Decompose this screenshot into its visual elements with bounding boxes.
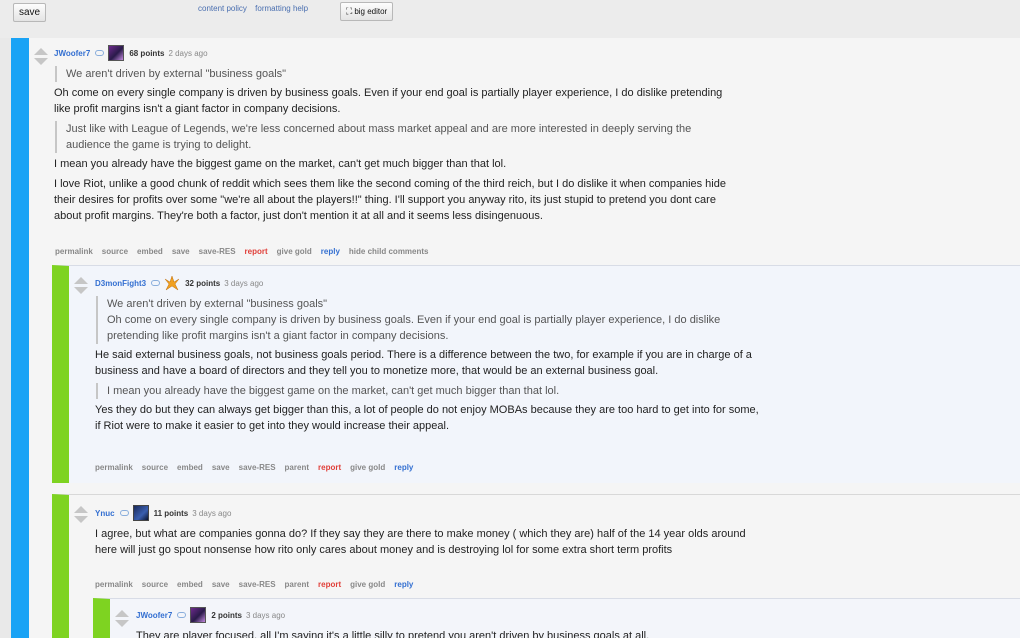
quote: We aren't driven by external "business g…: [55, 66, 729, 82]
author-link[interactable]: D3monFight3: [95, 279, 146, 288]
parent-link[interactable]: parent: [285, 463, 309, 472]
editor-links: content policy formatting help: [198, 4, 314, 13]
source-link[interactable]: source: [102, 247, 128, 256]
permalink-link[interactable]: permalink: [95, 580, 133, 589]
paragraph: Oh come on every single company is drive…: [54, 87, 723, 115]
paragraph: I agree, but what are companies gonna do…: [95, 528, 746, 556]
downvote-icon[interactable]: [74, 287, 88, 294]
timestamp: 3 days ago: [192, 508, 232, 518]
source-link[interactable]: source: [142, 463, 168, 472]
save-res-link[interactable]: save-RES: [239, 463, 276, 472]
comment-4: JWoofer7 2 points 3 days ago They are pl…: [93, 598, 1020, 638]
paragraph: Yes they do but they can always get bigg…: [95, 404, 759, 432]
report-link[interactable]: report: [318, 463, 341, 472]
score: 68 points: [129, 48, 165, 58]
timestamp: 2 days ago: [168, 48, 208, 58]
nested-quote-line: Oh come on every single company is drive…: [107, 314, 721, 342]
reply-link[interactable]: reply: [394, 580, 413, 589]
big-editor-button[interactable]: ⛶ big editor: [340, 2, 394, 21]
timestamp: 3 days ago: [245, 610, 286, 620]
big-editor-label: big editor: [354, 7, 388, 16]
report-link[interactable]: report: [318, 580, 341, 589]
comment-actions: permalink source embed save save-RES parent re…: [95, 580, 422, 589]
user-flair-icon: [132, 505, 149, 521]
embed-link[interactable]: embed: [177, 463, 203, 472]
nested-quote-line: We aren't driven by external "business g…: [107, 298, 328, 310]
upvote-icon[interactable]: [115, 610, 129, 617]
vote-arrows: [74, 506, 88, 523]
quote: We aren't driven by external "business g…: [96, 296, 765, 344]
score: 11 points: [153, 508, 189, 518]
give-gold-link[interactable]: give gold: [350, 580, 385, 589]
comment-body: We aren't driven by external "business g…: [54, 66, 729, 228]
save-button[interactable]: save: [13, 3, 47, 22]
permalink-link[interactable]: permalink: [95, 463, 133, 472]
content-policy-link[interactable]: content policy: [198, 4, 247, 13]
embed-link[interactable]: embed: [137, 247, 163, 256]
vote-arrows: [34, 48, 48, 65]
reply-link[interactable]: reply: [394, 463, 413, 472]
quote: Just like with League of Legends, we're …: [55, 121, 729, 153]
save-res-link[interactable]: save-RES: [239, 580, 276, 589]
save-res-link[interactable]: save-RES: [199, 247, 236, 256]
friend-icon[interactable]: [119, 510, 129, 516]
comment-actions: permalink source embed save save-RES report gi…: [55, 247, 438, 256]
vote-arrows: [74, 277, 88, 294]
editor-toolbar: save content policy formatting help ⛶ big…: [0, 0, 1020, 38]
author-link[interactable]: JWoofer7: [54, 49, 90, 58]
friend-icon[interactable]: [151, 280, 161, 286]
quote: I mean you already have the biggest game…: [96, 383, 765, 399]
permalink-link[interactable]: permalink: [55, 247, 93, 256]
parent-link[interactable]: parent: [285, 580, 309, 589]
downvote-icon[interactable]: [34, 58, 48, 65]
friend-icon[interactable]: [177, 612, 187, 618]
comment-body: I agree, but what are companies gonna do…: [95, 526, 770, 562]
user-flair-icon: [190, 607, 207, 623]
reply-link[interactable]: reply: [321, 247, 340, 256]
comment-tagline: D3monFight3 32 points 3 days ago: [95, 275, 263, 291]
vote-arrows: [115, 610, 129, 627]
comment-body: They are player focused, all I'm saying …: [136, 628, 926, 638]
author-link[interactable]: JWoofer7: [136, 611, 172, 620]
score: 2 points: [211, 610, 242, 620]
comment-tagline: Ynuc 11 points 3 days ago: [95, 505, 231, 521]
comment-2: D3monFight3 32 points 3 days ago We aren…: [52, 265, 1020, 483]
source-link[interactable]: source: [142, 580, 168, 589]
author-link[interactable]: Ynuc: [95, 509, 115, 518]
save-link[interactable]: save: [212, 580, 230, 589]
paragraph: They are player focused, all I'm saying …: [136, 630, 650, 638]
expand-icon: ⛶: [346, 6, 353, 16]
comment-tagline: JWoofer7 2 points 3 days ago: [136, 607, 285, 623]
friend-icon[interactable]: [95, 50, 105, 56]
comment-body: We aren't driven by external "business g…: [95, 296, 765, 438]
paragraph: I love Riot, unlike a good chunk of redd…: [54, 178, 726, 222]
paragraph: He said external business goals, not bus…: [95, 349, 752, 377]
user-flair-icon: [108, 45, 125, 61]
upvote-icon[interactable]: [74, 277, 88, 284]
paragraph: I mean you already have the biggest game…: [54, 158, 507, 170]
comment-tagline: JWoofer7 68 points 2 days ago: [54, 45, 208, 61]
score: 32 points: [185, 278, 221, 288]
comment-actions: permalink source embed save save-RES parent re…: [95, 463, 422, 472]
save-link[interactable]: save: [172, 247, 190, 256]
upvote-icon[interactable]: [34, 48, 48, 55]
upvote-icon[interactable]: [74, 506, 88, 513]
formatting-help-link[interactable]: formatting help: [255, 4, 308, 13]
embed-link[interactable]: embed: [177, 580, 203, 589]
give-gold-link[interactable]: give gold: [350, 463, 385, 472]
timestamp: 3 days ago: [224, 278, 264, 288]
team-flair-icon: [164, 275, 180, 291]
save-link[interactable]: save: [212, 463, 230, 472]
downvote-icon[interactable]: [74, 516, 88, 523]
hide-child-comments-link[interactable]: hide child comments: [349, 247, 429, 256]
downvote-icon[interactable]: [115, 620, 129, 627]
give-gold-link[interactable]: give gold: [277, 247, 312, 256]
report-link[interactable]: report: [245, 247, 268, 256]
